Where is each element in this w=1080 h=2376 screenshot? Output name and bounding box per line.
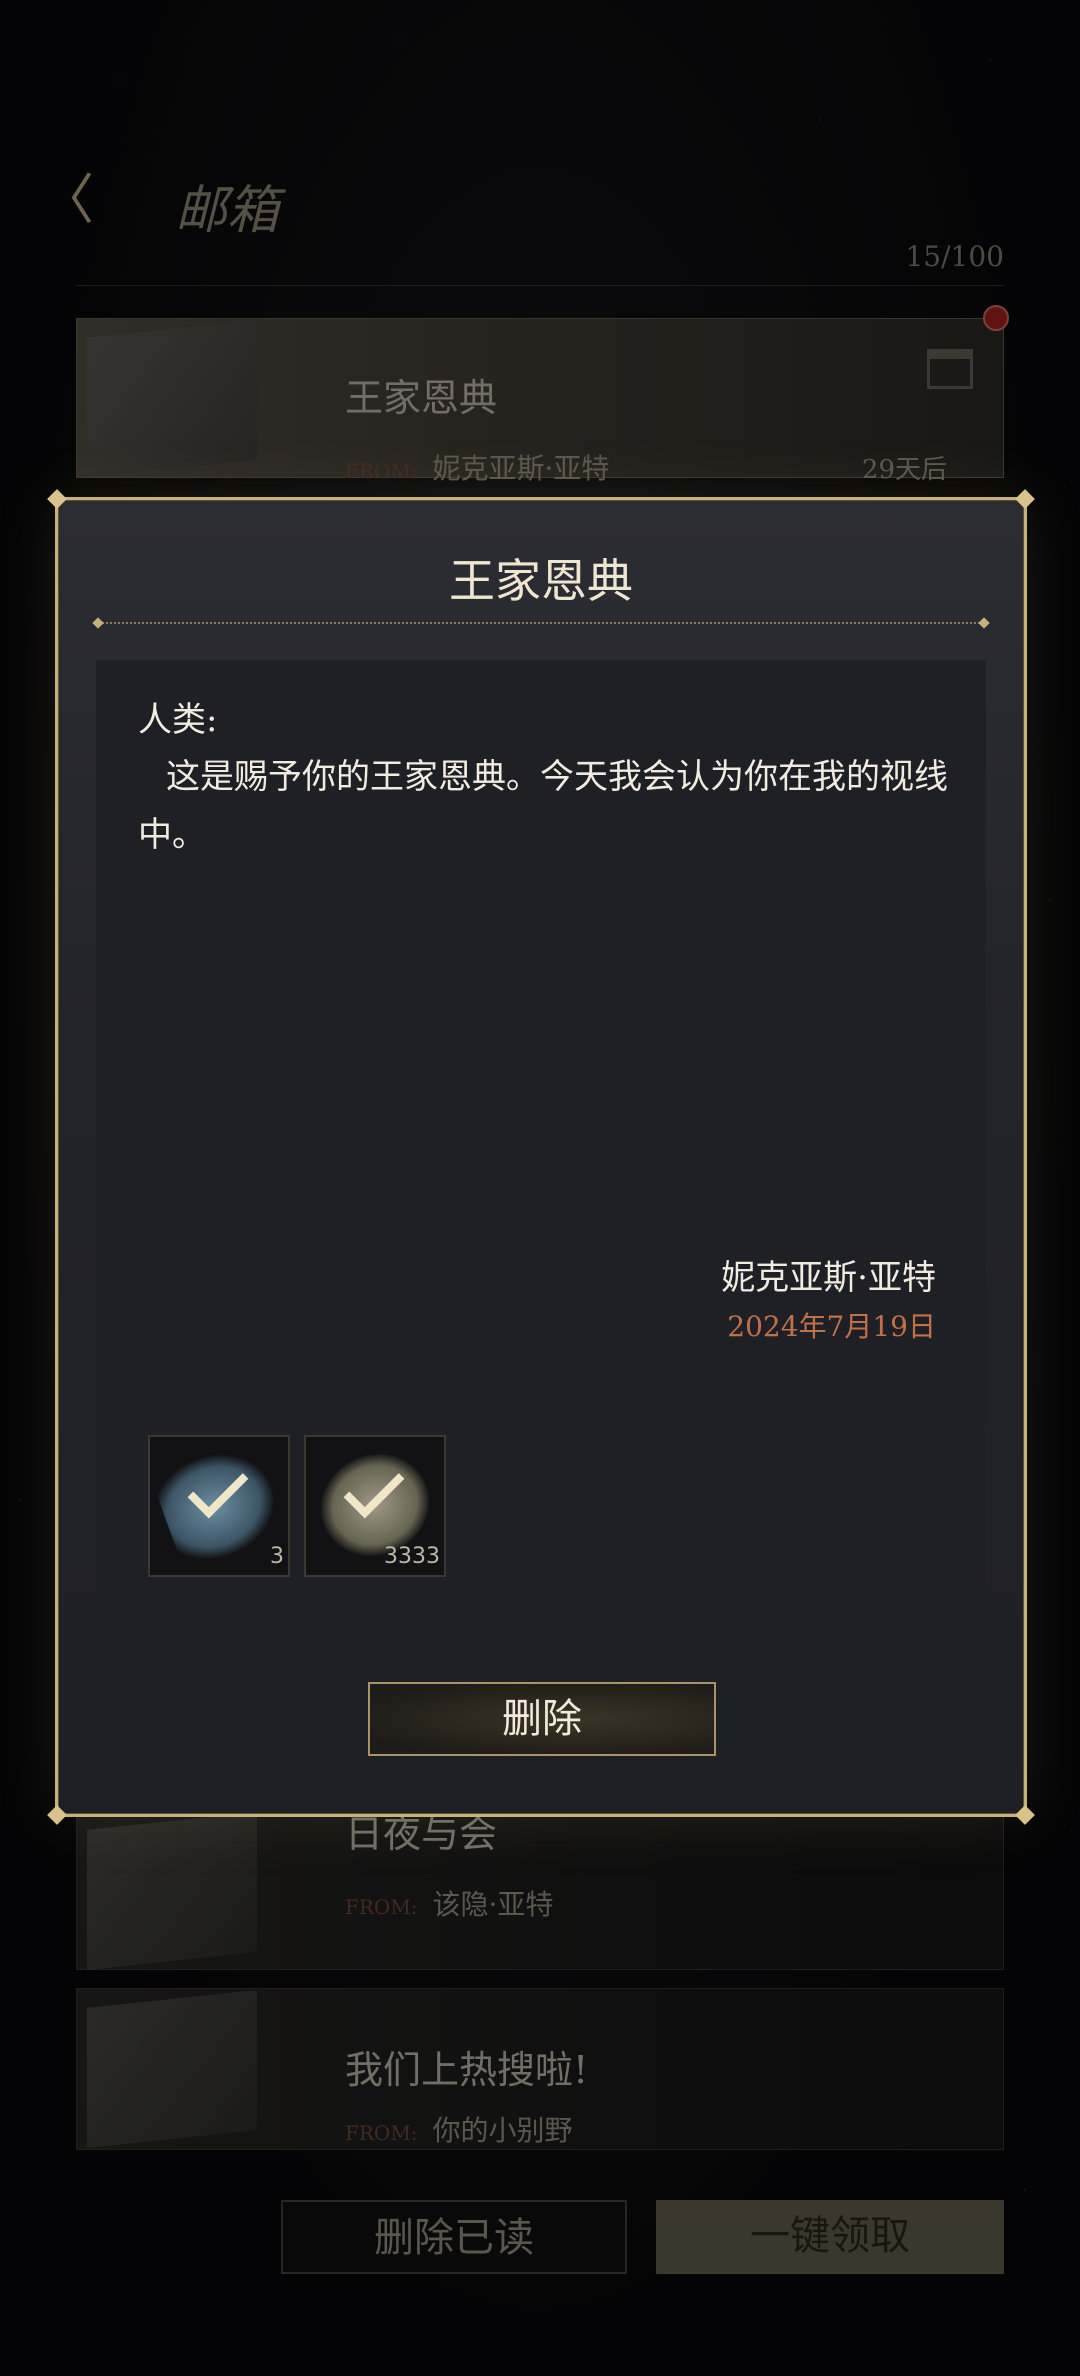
item-quantity: 3 — [270, 1544, 284, 1569]
mail-body: 这是赐予你的王家恩典。今天我会认为你在我的视线中。 — [138, 757, 948, 855]
mail-content-panel: 人类: 这是赐予你的王家恩典。今天我会认为你在我的视线中。 妮克亚斯·亚特 20… — [96, 660, 986, 1632]
item-quantity: 3333 — [384, 1544, 440, 1569]
mail-signature: 妮克亚斯·亚特 — [721, 1258, 936, 1298]
delete-button[interactable]: 删除 — [368, 1682, 716, 1756]
attachment-slot-coin[interactable]: 3333 — [304, 1435, 446, 1577]
mail-detail-modal: 王家恩典 人类: 这是赐予你的王家恩典。今天我会认为你在我的视线中。 妮克亚斯·… — [47, 489, 1035, 1825]
attachment-slot-feather[interactable]: 3 — [148, 1435, 290, 1577]
title-divider — [98, 622, 984, 624]
mail-date: 2024年7月19日 — [727, 1310, 936, 1343]
modal-title: 王家恩典 — [449, 554, 633, 608]
mail-salutation: 人类: — [138, 700, 218, 740]
